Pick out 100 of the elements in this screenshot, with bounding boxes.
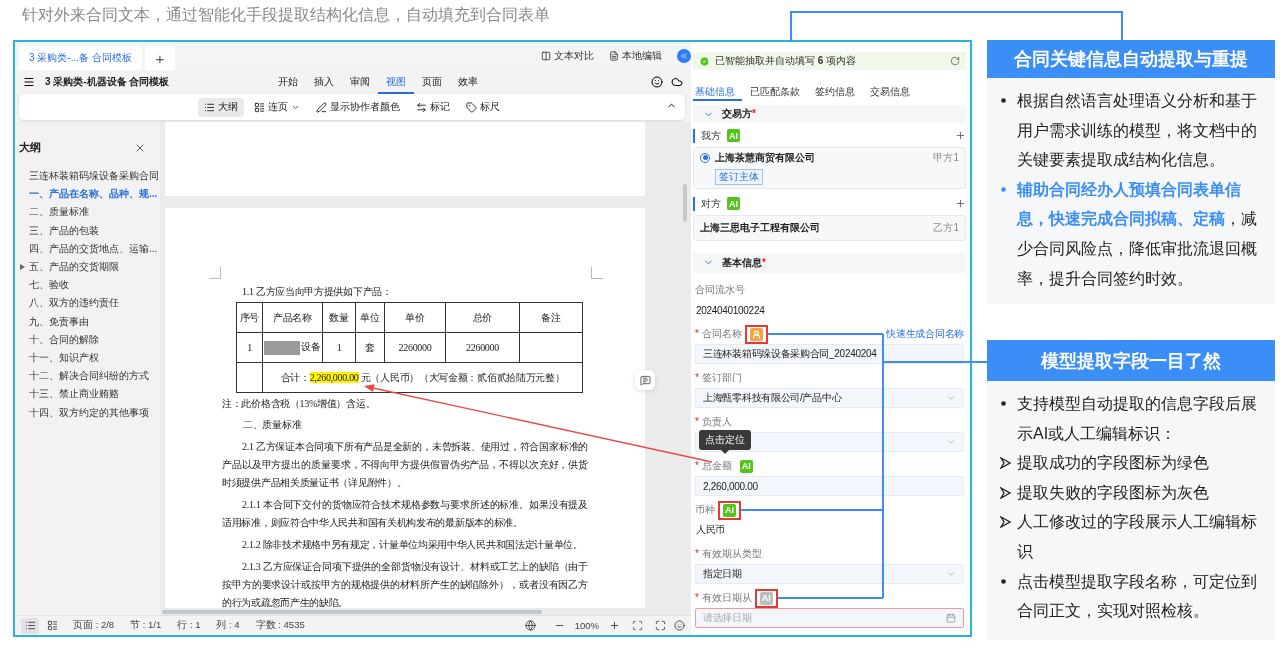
bullet-icon [1001,401,1006,407]
select-field[interactable]: 指定日期 [695,564,964,584]
field-label[interactable]: * 总金额 [695,459,732,473]
input-field[interactable]: 2,260,000.00 [695,476,964,496]
outline-item[interactable]: 三、产品的包装 [19,221,160,240]
fullscreen-icon[interactable] [655,620,666,631]
table-cell: 2260000 [384,332,446,363]
table-header-cell: 序号 [236,302,263,333]
table-header-cell: 备注 [519,302,583,333]
check-icon [699,55,710,67]
party-label: 我方 [701,128,721,143]
outline-item[interactable]: 十、合同的解除 [19,330,160,349]
section-title: 交易方* [722,107,756,122]
menu-tab[interactable]: 审阅 [342,70,378,94]
outline-item[interactable]: 五、产品的交货期限 [19,257,160,277]
paragraph: 2.1.2 除非技术规格中另有规定，计量单位均采用中华人民共和国法定计量单位。 [241,538,584,552]
form-tab[interactable]: 基础信息 [693,82,742,102]
outline-item[interactable]: 九、免责事由 [19,312,160,331]
field-label[interactable]: * 有效期从类型 [695,547,762,561]
comment-icon [639,374,651,386]
list-view-button[interactable] [21,617,39,634]
menu-tab[interactable]: 视图 [378,70,414,94]
face-icon[interactable] [674,620,685,631]
party-card[interactable]: 上海三思电子工程有限公司 乙方1 [693,214,966,241]
columns-icon [541,51,551,61]
collapse-button[interactable] [677,49,691,63]
bullet-icon [1001,578,1006,584]
cloud-icon[interactable] [671,76,683,88]
document-tab[interactable]: 3 采购类-...备 合同模板 [19,46,142,70]
callout-text: 提取失败的字段图标为灰色 [1017,482,1210,503]
menu-tab[interactable]: 插入 [306,70,342,94]
table-cell: 1 [236,332,263,363]
scrollbar-thumb[interactable] [683,184,687,222]
refresh-icon[interactable] [950,56,960,67]
new-tab-button[interactable]: + [144,46,175,70]
status-text: 节 : 1/1 [130,619,162,632]
form-tab[interactable]: 签约信息 [813,82,862,102]
callout-text: 根据自然语言处理语义分析和基于用户需求训练的模型，将文档中的关键要素提取成结构化信息。 [1017,91,1258,171]
fit-icon[interactable] [632,620,643,631]
comment-button[interactable] [635,370,655,390]
scrollbar-thumb[interactable] [162,610,542,614]
select-field[interactable]: 上海甄零科技有限公司/产品中心 [695,388,964,408]
field-label[interactable]: 合同流水号 [695,283,745,297]
menu-tab[interactable]: 开始 [270,70,306,94]
expand-icon[interactable] [20,263,25,270]
form-tab[interactable]: 已匹配条款 [748,82,807,102]
outline-item[interactable]: 十一、知识产权 [19,348,160,368]
outline-item[interactable]: 七、验收 [19,276,160,295]
globe-icon[interactable] [524,620,536,631]
section-header[interactable]: 基本信息* [693,252,966,273]
add-icon[interactable] [955,198,966,209]
toolbar-button[interactable]: 显示协作者颜色 [310,97,406,117]
callout-title: 合同关键信息自动提取与重提 [987,40,1275,78]
paragraph: 2.1 乙方保证本合同项下所有产品是全新的，未曾拆装、使用过，符合国家标准的产品以及甲方提出的质量要求，不得向甲方提供假冒伪劣产品，不得以次充好，供货时须提供产品相关质量证书（详见附件）。 [222,440,588,490]
arrows-icon [416,101,427,113]
pages-icon [254,101,265,113]
paragraph: 注：此价格含税（13%增值）含运。 [222,397,377,411]
generate-name-link[interactable]: 快速生成合同名称 [886,327,964,341]
section-heading: 二、质量标准 [243,418,303,432]
table-cell: 2260000 [445,332,520,363]
outline-item[interactable]: 八、双方的违约责任 [19,294,160,313]
toolbar-button[interactable]: 连页 [248,97,306,117]
tag-icon [466,101,477,113]
menu-tab[interactable]: 页面 [414,70,450,94]
section-header[interactable]: 交易方* [693,105,966,123]
face-icon[interactable] [651,76,663,88]
table-header-cell: 产品名称 [262,302,323,333]
party-tag: 签订主体 [715,168,763,185]
outline-item[interactable]: 二、质量标准 [19,203,160,222]
field-label[interactable]: * 负责人 [695,415,732,429]
table-header-cell: 总价 [445,302,520,333]
toolbar-button[interactable]: 大纲 [198,97,244,117]
add-icon[interactable] [955,130,966,142]
callout-text: 辅助合同经办人预填合同表单信息，快速完成合同拟稿、定稿，减少合同风险点，降低审批流退回概率，提升合同签约时效。 [1017,179,1258,289]
callout-title: 模型提取字段一目了然 [987,340,1275,381]
field-label[interactable]: 币种 [695,503,715,517]
field-value: 人民币 [695,523,727,537]
toolbar-action[interactable]: 本地编辑 [609,49,662,63]
outline-item[interactable]: 三连杯装箱码垛设备采购合同 [19,167,160,186]
ai-badge: AI [739,459,753,473]
party-card[interactable]: 上海茶慧商贸有限公司 甲方1 签订主体 [693,146,966,189]
field-label[interactable]: * 有效日期从 [695,591,752,605]
input-field[interactable]: 三连杯装箱码垛设备采购合同_20240204 [695,344,964,364]
field-label[interactable]: * 合同名称 [695,327,742,341]
zoom-in-icon[interactable] [609,620,620,631]
field-label[interactable]: * 签订部门 [695,371,742,385]
outline-item[interactable]: 一、产品在名称、品种、规... [19,185,160,204]
arrow-bullet-icon [999,457,1011,469]
outline-item[interactable]: 十二、解决合同纠纷的方式 [19,367,160,386]
toolbar-button[interactable]: 标尺 [460,97,506,117]
outline-item[interactable]: 十四、双方约定的其他事项 [19,403,160,422]
toolbar-button[interactable]: 标记 [410,97,456,117]
toolbar-action[interactable]: 文本对比 [541,49,594,63]
pen-icon [316,101,327,113]
menu-icon[interactable] [23,76,35,88]
ai-badge: AI [727,197,740,210]
outline-item[interactable]: 四、产品的交货地点、运输... [19,239,160,258]
form-tab[interactable]: 交易信息 [868,82,917,102]
menu-tab[interactable]: 效率 [450,70,486,94]
outline-item[interactable]: 十三、禁止商业贿赂 [19,385,160,404]
